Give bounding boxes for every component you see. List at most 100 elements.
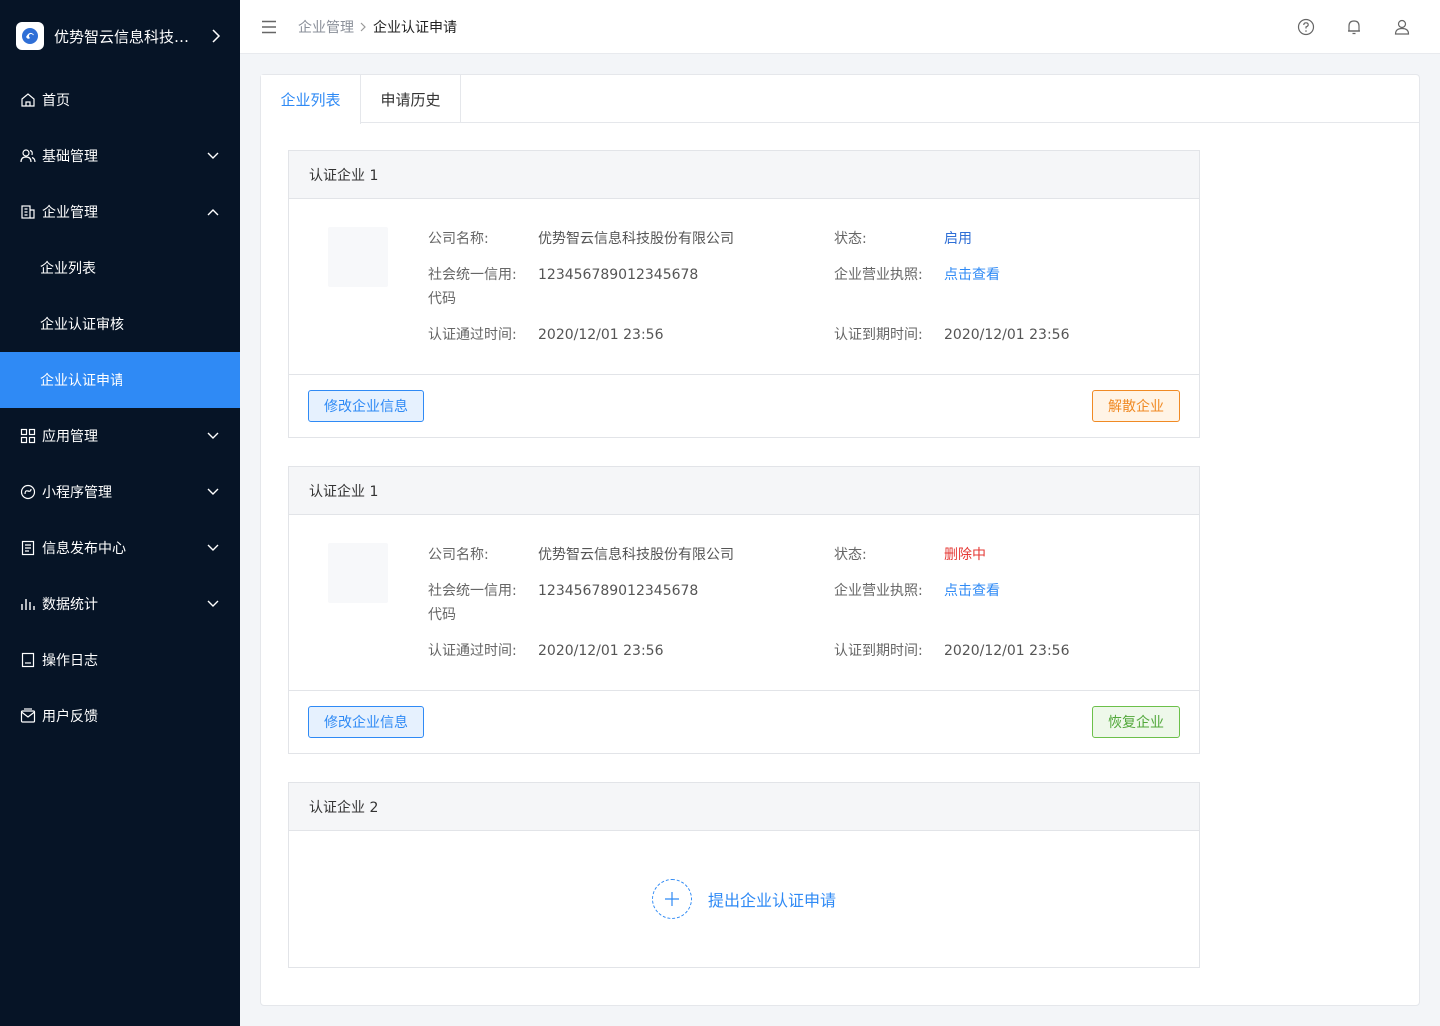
apply-card: 认证企业 2 提出企业认证申请: [288, 782, 1200, 968]
chevron-down-icon: [206, 485, 220, 499]
sidebar-item-label: 数据统计: [42, 597, 98, 613]
help-icon[interactable]: [1296, 17, 1316, 37]
grid-icon: [20, 428, 36, 444]
company-logo-placeholder: [328, 543, 388, 603]
apply-certification-button[interactable]: 提出企业认证申请: [289, 831, 1199, 967]
company-logo-placeholder: [328, 227, 388, 287]
brand-header[interactable]: 优势智云信息科技股份有限公司: [0, 0, 240, 72]
expire-time-value: 2020/12/01 23:56: [944, 327, 1070, 343]
company-name-value: 优势智云信息科技股份有限公司: [538, 231, 734, 247]
sidebar-item-statistics[interactable]: 数据统计: [0, 576, 240, 632]
sidebar-item-label: 首页: [42, 93, 70, 109]
approved-time-label: 认证通过时间:: [428, 327, 517, 343]
sidebar-item-label: 小程序管理: [42, 485, 112, 501]
sidebar-subitem-label: 企业认证审核: [40, 317, 124, 333]
status-badge: 启用: [944, 231, 972, 247]
plus-icon: [651, 879, 692, 919]
view-license-link[interactable]: 点击查看: [944, 263, 1000, 287]
sidebar-item-feedback[interactable]: 用户反馈: [0, 688, 240, 744]
credit-code-label: 社会统一信用:: [428, 267, 517, 283]
card-title: 认证企业 1: [289, 467, 1199, 515]
apply-certification-label: 提出企业认证申请: [707, 891, 836, 910]
home-icon: [20, 92, 36, 108]
enterprise-card: 认证企业 1 公司名称: 优势智云信息科技股份有限公司 社会统一信用: 代码 1…: [288, 150, 1200, 438]
card-body: 公司名称: 优势智云信息科技股份有限公司 社会统一信用: 代码 12345678…: [289, 199, 1199, 375]
sidebar-item-enterprise[interactable]: 企业管理: [0, 184, 240, 240]
sidebar-item-home[interactable]: 首页: [0, 72, 240, 128]
credit-code-label-2: 代码: [428, 607, 456, 623]
chevron-right-icon: [360, 22, 367, 32]
top-icons: [1268, 17, 1412, 37]
restore-enterprise-button[interactable]: 恢复企业: [1092, 706, 1180, 738]
main-panel: 企业列表 申请历史 认证企业 1 公司名称: 优势智云信息科技股份有限公司 社会…: [260, 74, 1420, 1006]
sidebar-subitem-label: 企业认证申请: [40, 373, 122, 389]
tab-enterprise-list[interactable]: 企业列表: [261, 75, 361, 124]
brand-name: 优势智云信息科技股份有限公司: [54, 27, 196, 46]
enterprise-card: 认证企业 1 公司名称: 优势智云信息科技股份有限公司 社会统一信用: 代码 1…: [288, 466, 1200, 754]
card-footer: 修改企业信息 恢复企业: [289, 691, 1199, 753]
card-title: 认证企业 2: [289, 783, 1199, 831]
credit-code-value: 123456789012345678: [538, 267, 699, 283]
bell-icon[interactable]: [1344, 17, 1364, 37]
breadcrumb: 企业管理 企业认证申请: [298, 17, 457, 37]
expire-time-value: 2020/12/01 23:56: [944, 643, 1070, 659]
breadcrumb-current: 企业认证申请: [373, 19, 457, 36]
cloud-logo-icon: [16, 22, 44, 50]
tab-bar: 企业列表 申请历史: [261, 75, 1419, 124]
tab-apply-history[interactable]: 申请历史: [361, 75, 461, 123]
edit-enterprise-button[interactable]: 修改企业信息: [308, 390, 424, 422]
credit-code-value: 123456789012345678: [538, 583, 699, 599]
chevron-down-icon: [206, 541, 220, 555]
bar-chart-icon: [20, 596, 36, 612]
chevron-down-icon: [206, 149, 220, 163]
company-name-label: 公司名称:: [428, 547, 489, 563]
sidebar-item-logs[interactable]: 操作日志: [0, 632, 240, 688]
building-icon: [20, 204, 36, 220]
approved-time-value: 2020/12/01 23:56: [538, 643, 664, 659]
card-body: 公司名称: 优势智云信息科技股份有限公司 社会统一信用: 代码 12345678…: [289, 515, 1199, 691]
license-label: 企业营业执照:: [834, 583, 923, 599]
document-icon: [20, 540, 36, 556]
top-bar: 企业管理 企业认证申请: [240, 0, 1440, 54]
chevron-up-icon: [206, 205, 220, 219]
dissolve-enterprise-button[interactable]: 解散企业: [1092, 390, 1180, 422]
credit-code-label: 社会统一信用:: [428, 583, 517, 599]
company-name-label: 公司名称:: [428, 231, 489, 247]
sidebar-item-miniprogram[interactable]: 小程序管理: [0, 464, 240, 520]
log-icon: [20, 652, 36, 668]
sidebar-subitem-label: 企业列表: [40, 261, 96, 277]
chevron-down-icon: [206, 429, 220, 443]
edit-enterprise-button[interactable]: 修改企业信息: [308, 706, 424, 738]
expire-time-label: 认证到期时间:: [834, 643, 923, 659]
feedback-icon: [20, 708, 36, 724]
sidebar-item-label: 基础管理: [42, 149, 98, 165]
miniprogram-icon: [20, 484, 36, 500]
status-label: 状态:: [834, 547, 867, 563]
user-icon[interactable]: [1392, 17, 1412, 37]
chevron-down-icon: [206, 597, 220, 611]
breadcrumb-item[interactable]: 企业管理: [298, 17, 354, 37]
status-badge: 删除中: [944, 547, 986, 563]
card-footer: 修改企业信息 解散企业: [289, 375, 1199, 437]
status-label: 状态:: [834, 231, 867, 247]
sidebar-subitem-enterprise-list[interactable]: 企业列表: [0, 240, 240, 296]
sidebar-item-label: 用户反馈: [42, 709, 98, 725]
approved-time-value: 2020/12/01 23:56: [538, 327, 664, 343]
sidebar-item-label: 信息发布中心: [42, 541, 126, 557]
sidebar-subitem-cert-apply[interactable]: 企业认证申请: [0, 352, 240, 408]
users-icon: [20, 148, 36, 164]
sidebar-item-label: 企业管理: [42, 205, 98, 221]
sidebar: 优势智云信息科技股份有限公司 首页 基础管理 企业管理 企业列表 企业认证审核 …: [0, 0, 240, 1026]
chevron-right-icon[interactable]: [208, 28, 224, 44]
sidebar-item-label: 操作日志: [42, 653, 98, 669]
approved-time-label: 认证通过时间:: [428, 643, 517, 659]
sidebar-subitem-cert-review[interactable]: 企业认证审核: [0, 296, 240, 352]
sidebar-item-label: 应用管理: [42, 429, 98, 445]
company-name-value: 优势智云信息科技股份有限公司: [538, 547, 734, 563]
menu-icon[interactable]: [260, 18, 278, 36]
sidebar-item-basic[interactable]: 基础管理: [0, 128, 240, 184]
sidebar-item-apps[interactable]: 应用管理: [0, 408, 240, 464]
view-license-link[interactable]: 点击查看: [944, 579, 1000, 603]
expire-time-label: 认证到期时间:: [834, 327, 923, 343]
sidebar-item-publish[interactable]: 信息发布中心: [0, 520, 240, 576]
